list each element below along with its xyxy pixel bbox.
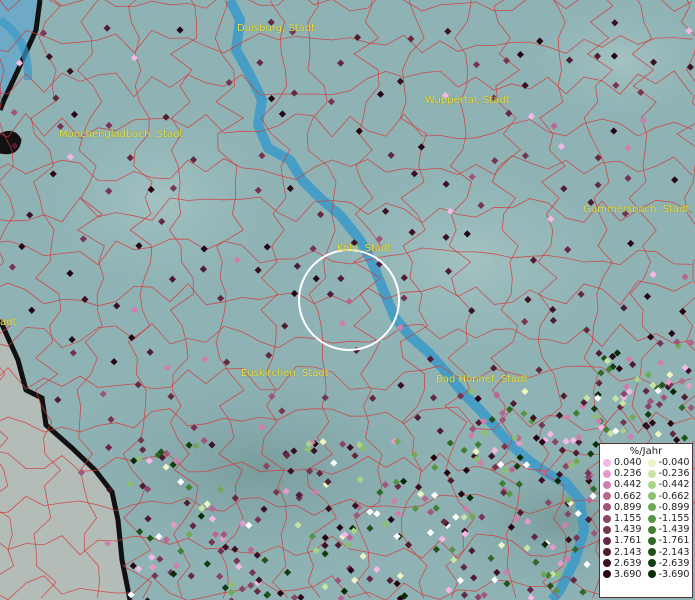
city-label-bad-honnef: Bad Honnef, Stadt	[436, 374, 528, 385]
legend-value: 0.899	[614, 501, 642, 513]
legend-value: 3.690	[614, 568, 642, 580]
legend-swatch	[647, 469, 656, 478]
legend-value: -3.690	[658, 568, 690, 580]
legend-value: 2.143	[614, 546, 642, 558]
legend-row-positive: 1.155	[603, 513, 648, 524]
legend-value: 1.439	[614, 524, 642, 536]
legend-swatch	[647, 458, 656, 467]
city-label-gummersbach: Gummersbach, Stadt	[583, 204, 690, 215]
legend-swatch	[647, 525, 656, 534]
city-label-moenchengladbach: Mönchengladbach, Stadt	[59, 129, 184, 140]
legend-swatch	[647, 514, 656, 523]
legend-row-positive: 3.690	[603, 569, 648, 580]
legend-swatch	[603, 469, 611, 478]
legend-row-negative: -2.143	[647, 546, 693, 558]
legend-row-positive: 1.761	[603, 535, 648, 546]
legend-swatch	[603, 570, 611, 579]
region-border	[0, 130, 22, 155]
legend-row-positive: 0.236	[603, 468, 648, 479]
legend-value: -0.662	[658, 490, 690, 502]
legend-swatch	[603, 492, 611, 501]
city-label-euskirchen: Euskirchen, Stadt	[241, 368, 329, 379]
legend-swatch	[647, 536, 656, 545]
legend-value: 0.040	[614, 457, 642, 469]
legend-row-negative: -0.236	[647, 468, 693, 480]
legend-value: -1.439	[658, 524, 690, 536]
legend-swatch	[647, 559, 656, 568]
legend-swatch	[603, 536, 611, 545]
legend-row-negative: -0.442	[647, 479, 693, 491]
legend-swatch	[647, 492, 656, 501]
legend-row-negative: -1.155	[647, 513, 693, 525]
legend-swatch	[603, 559, 611, 568]
legend-value: 1.155	[614, 513, 642, 525]
legend-row-positive: 0.040	[603, 457, 648, 468]
legend-value: -0.442	[658, 479, 690, 491]
legend-row-negative: -0.662	[647, 490, 693, 502]
legend-row-negative: -1.761	[647, 535, 693, 547]
legend-swatch	[603, 480, 611, 489]
map-canvas[interactable]	[0, 0, 695, 600]
city-label-koeln: Köln, Stadt	[337, 243, 392, 254]
legend-value: -2.143	[658, 546, 690, 558]
legend-negative-column: -0.040 -0.236 -0.442 -0.662 -0.899 -1.155 -1.4…	[647, 457, 693, 580]
city-label-partial: adt	[0, 317, 17, 328]
legend-positive-column: 0.040 0.236 0.442 0.662 0.899 1.155 1.439 1.761…	[603, 457, 648, 580]
legend-row-negative: -0.040	[647, 457, 693, 469]
map-view[interactable]: Duisburg, Stadt Wuppertal, Stadt Mönchen…	[0, 0, 695, 600]
city-label-wuppertal: Wuppertal, Stadt	[425, 95, 510, 106]
legend-row-negative: -1.439	[647, 524, 693, 536]
legend-row-positive: 2.143	[603, 547, 648, 558]
legend-row-negative: -2.639	[647, 557, 693, 569]
legend-value: -2.639	[658, 557, 690, 569]
legend-value: -0.236	[658, 468, 690, 480]
legend-swatch	[647, 503, 656, 512]
legend-row-positive: 0.899	[603, 502, 648, 513]
legend-row-negative: -3.690	[647, 568, 693, 580]
legend-swatch	[647, 480, 656, 489]
legend-swatch	[603, 514, 611, 523]
legend-value: 0.442	[614, 479, 642, 491]
legend-title: %/Jahr	[629, 446, 663, 457]
legend-value: 0.662	[614, 490, 642, 502]
legend-swatch	[603, 503, 611, 512]
legend-value: 0.236	[614, 468, 642, 480]
legend-row-negative: -0.899	[647, 501, 693, 513]
legend-value: -1.155	[658, 513, 690, 525]
legend-value: 1.761	[614, 535, 642, 547]
legend-swatch	[603, 548, 611, 557]
legend-row-positive: 1.439	[603, 524, 648, 535]
legend-swatch	[603, 458, 611, 467]
legend-swatch	[647, 570, 656, 579]
legend-value: -0.040	[658, 457, 690, 469]
legend-value: -1.761	[658, 535, 690, 547]
legend-value: -0.899	[658, 501, 690, 513]
legend-row-positive: 0.442	[603, 479, 648, 490]
legend-value: 2.639	[614, 557, 642, 569]
city-label-duisburg: Duisburg, Stadt	[237, 23, 316, 34]
legend-row-positive: 2.639	[603, 558, 648, 569]
map-legend: %/Jahr 0.040 0.236 0.442 0.662 0.899 1.155 1.4…	[599, 443, 693, 598]
legend-row-positive: 0.662	[603, 491, 648, 502]
legend-swatch	[603, 525, 611, 534]
legend-swatch	[647, 548, 656, 557]
